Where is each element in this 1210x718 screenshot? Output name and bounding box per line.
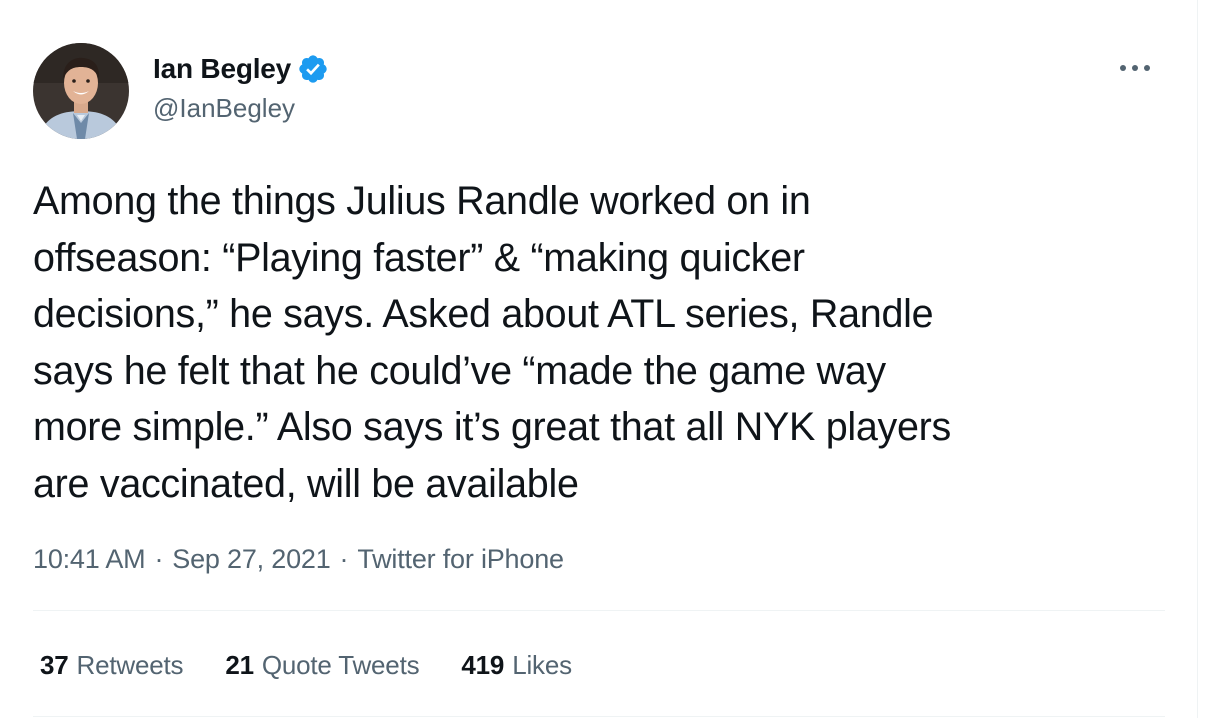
author-header: Ian Begley xyxy=(153,51,329,87)
tweet-source[interactable]: Twitter for iPhone xyxy=(357,544,564,575)
more-options-button[interactable] xyxy=(1112,52,1158,84)
retweets-count: 37 xyxy=(40,649,69,680)
quote-tweets-label: Quote Tweets xyxy=(261,649,420,680)
column-border xyxy=(1197,0,1198,718)
likes-stat[interactable]: 419 Likes xyxy=(461,649,572,681)
avatar[interactable] xyxy=(33,43,129,139)
meta-separator: · xyxy=(154,543,164,574)
retweets-label: Retweets xyxy=(76,649,184,680)
more-horizontal-icon xyxy=(1120,65,1150,71)
quote-tweets-count: 21 xyxy=(225,649,254,680)
tweet-text: Among the things Julius Randle worked on… xyxy=(33,179,951,506)
tweet-metadata: 10:41 AM · Sep 27, 2021 · Twitter for iP… xyxy=(33,540,564,578)
quote-tweets-stat[interactable]: 21 Quote Tweets xyxy=(225,650,419,681)
divider xyxy=(33,610,1165,611)
avatar-image xyxy=(33,43,129,139)
verified-badge-icon xyxy=(297,53,329,85)
author-display-name[interactable]: Ian Begley xyxy=(153,53,291,85)
likes-count: 419 xyxy=(461,649,505,680)
meta-separator: · xyxy=(339,543,349,574)
tweet-stats: 37 Retweets 21 Quote Tweets 419 Likes xyxy=(40,646,614,684)
divider xyxy=(33,716,1165,717)
likes-label: Likes xyxy=(512,649,572,680)
tweet-date[interactable]: Sep 27, 2021 xyxy=(172,544,330,575)
author-username[interactable]: @IanBegley xyxy=(153,93,295,124)
retweets-stat[interactable]: 37 Retweets xyxy=(40,649,184,681)
tweet-time[interactable]: 10:41 AM xyxy=(33,544,146,575)
